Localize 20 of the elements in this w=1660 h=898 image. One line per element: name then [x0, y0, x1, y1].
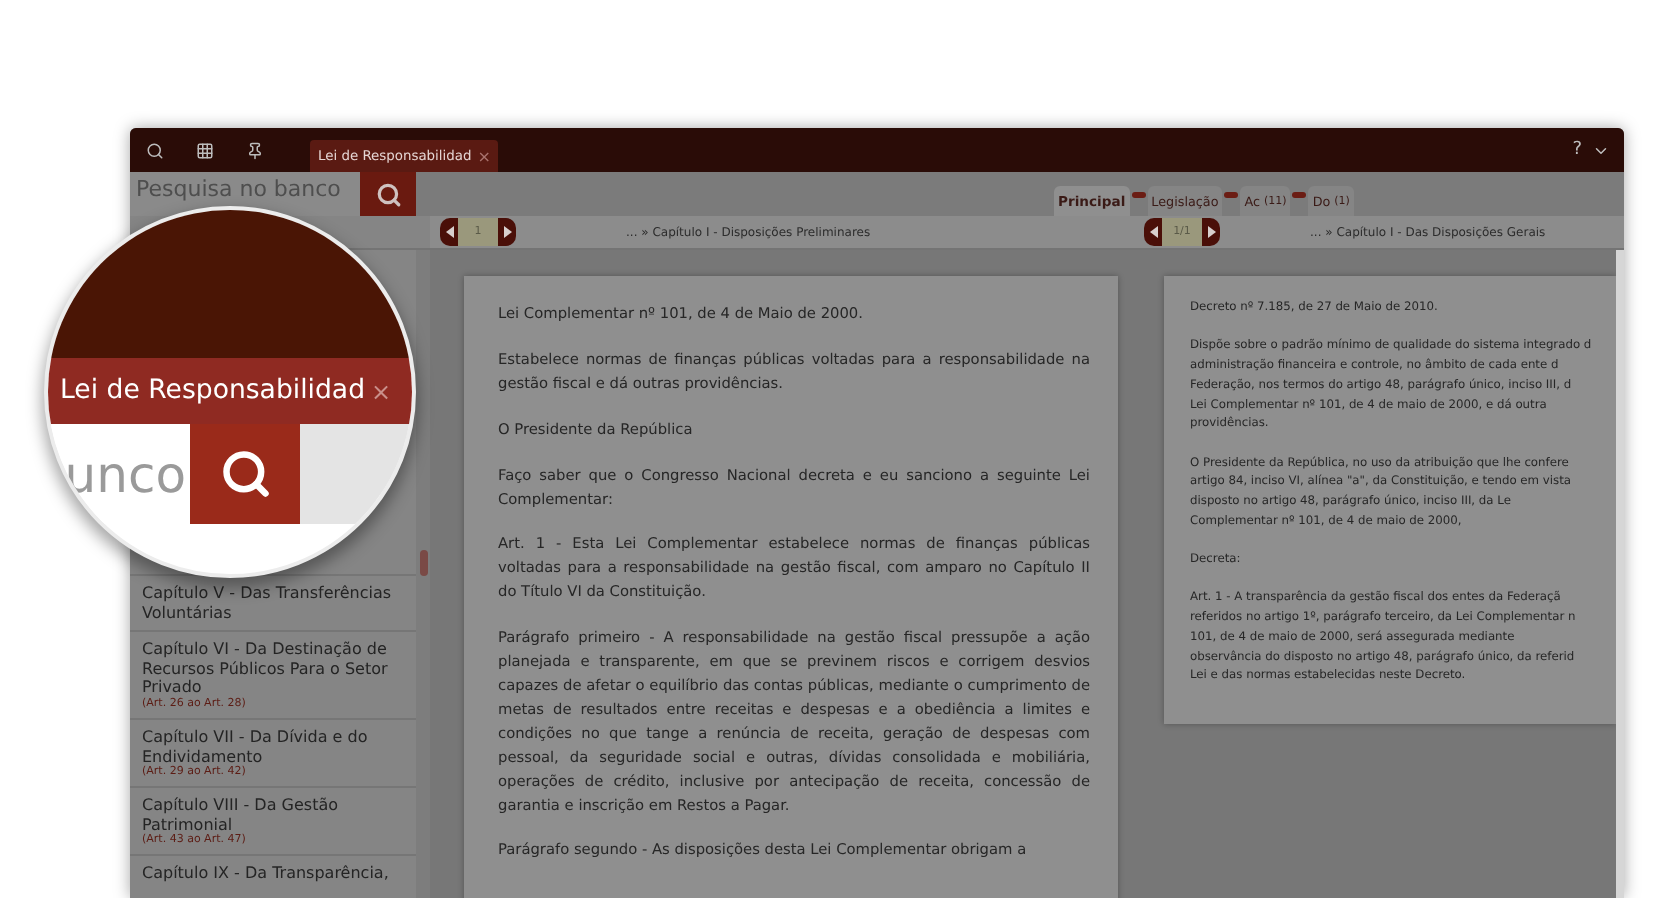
scrollbar[interactable]	[416, 250, 430, 898]
link-icon	[1131, 191, 1146, 197]
link-icon	[1224, 191, 1239, 197]
previous-page-button[interactable]	[440, 218, 458, 246]
left-arrow-icon	[1149, 226, 1157, 238]
right-arrow-icon	[1207, 226, 1215, 238]
right-arrow-icon	[503, 226, 511, 238]
next-page-button[interactable]	[498, 218, 516, 246]
help-link[interactable]: ?	[1572, 140, 1582, 160]
search-button[interactable]	[360, 172, 416, 216]
left-arrow-icon	[445, 226, 453, 238]
pin-icon[interactable]	[246, 141, 264, 159]
search-icon	[219, 448, 271, 500]
grid-icon[interactable]	[196, 141, 214, 159]
next-page-button[interactable]	[1202, 218, 1220, 246]
search-icon[interactable]	[146, 141, 164, 159]
link-icon	[1292, 191, 1307, 197]
previous-page-button[interactable]	[1144, 218, 1162, 246]
search-icon	[375, 181, 401, 207]
search-field[interactable]: Pesquisa no banco	[130, 172, 360, 216]
